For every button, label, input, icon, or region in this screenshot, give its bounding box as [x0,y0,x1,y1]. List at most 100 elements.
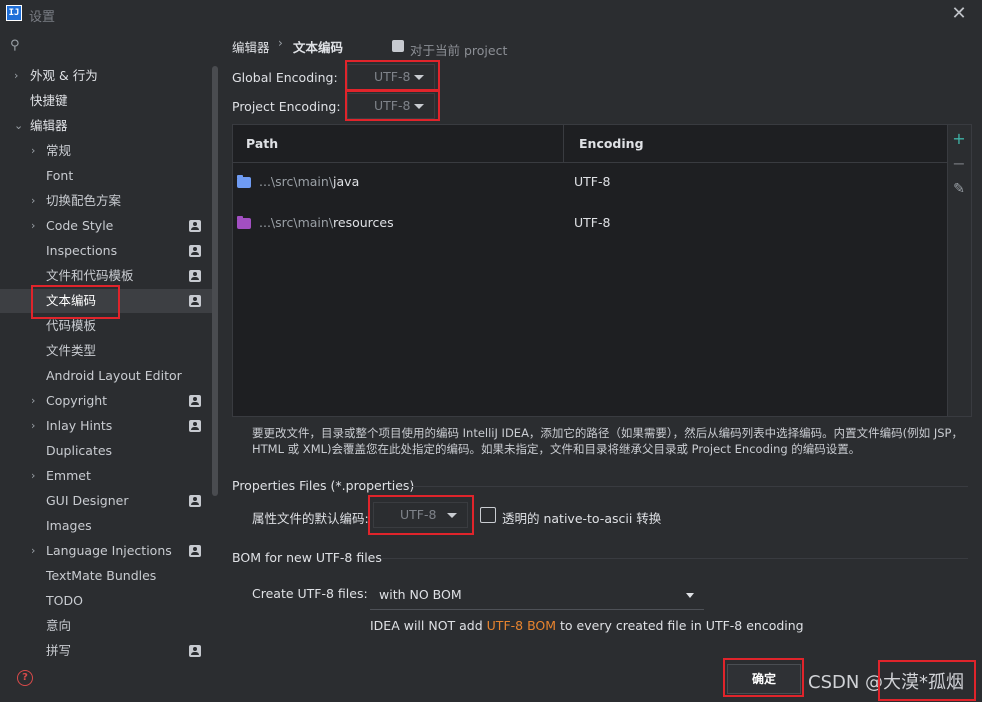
sidebar-item[interactable]: › Copyright [0,389,214,413]
sidebar-item[interactable]: › Emmet [0,464,214,488]
sidebar-item[interactable]: 文本编码 [0,289,214,313]
scope-note: 对于当前 project [410,43,508,58]
sidebar-item-label: Language Injections [46,543,172,558]
sidebar-item[interactable]: 快捷键 [0,89,214,113]
sidebar-item[interactable]: › 外观 & 行为 [0,64,214,88]
project-encoding-label: Project Encoding: [232,99,341,114]
sidebar-item-label: GUI Designer [46,493,129,508]
resources-folder-icon [237,216,251,229]
chevron-right-icon[interactable]: › [31,189,35,213]
sidebar-item-label: 常规 [46,143,72,158]
sidebar-item-label: TextMate Bundles [46,568,157,583]
sidebar-item[interactable]: › 切换配色方案 [0,189,214,213]
sidebar-item[interactable]: TextMate Bundles [0,564,214,588]
add-icon[interactable]: + [948,128,970,150]
ok-button[interactable]: 确定 [727,664,801,694]
sidebar-item[interactable]: › Inlay Hints [0,414,214,438]
help-icon[interactable]: ? [17,670,33,686]
breadcrumb-parent[interactable]: 编辑器 [232,37,270,56]
bom-select[interactable]: with NO BOM [370,582,704,610]
path-cell: ...\src\main\java [259,174,360,189]
project-scope-icon [189,245,201,257]
sidebar-item[interactable]: Duplicates [0,439,214,463]
close-icon[interactable]: ✕ [948,3,970,24]
sidebar-item[interactable]: 文件类型 [0,339,214,363]
properties-encoding-value: UTF-8 [400,507,437,522]
dropdown-arrow-icon [686,593,694,598]
project-scope-icon [189,220,201,232]
sidebar-item-label: TODO [46,593,83,608]
sidebar-item-label: 文本编码 [46,293,97,308]
bom-hint-link[interactable]: UTF-8 BOM [487,618,556,633]
column-header-encoding[interactable]: Encoding [579,136,644,151]
sidebar-item-label: 切换配色方案 [46,193,122,208]
sidebar-item-label: Inspections [46,243,118,258]
sidebar-item-label: Emmet [46,468,91,483]
chevron-right-icon[interactable]: › [31,539,35,563]
watermark: CSDN @大漠*孤烟 [808,672,965,693]
project-scope-icon [189,295,201,307]
sidebar-item[interactable]: › Code Style [0,214,214,238]
table-row[interactable]: ...\src\main\java UTF-8 [233,163,947,203]
edit-icon[interactable]: ✎ [948,178,970,200]
project-scope-icon [189,495,201,507]
chevron-right-icon[interactable]: › [31,214,35,238]
sidebar-item[interactable]: ⌄ 编辑器 [0,114,214,138]
sidebar-item[interactable]: Inspections [0,239,214,263]
sidebar-item-label: Images [46,518,92,533]
sidebar-item[interactable]: 拼写 [0,639,214,663]
sidebar-item[interactable]: TODO [0,589,214,613]
chevron-right-icon[interactable]: › [31,139,35,163]
sidebar-item-label: Code Style [46,218,114,233]
chevron-right-icon[interactable]: › [14,64,18,88]
sidebar-item[interactable]: › 常规 [0,139,214,163]
encoding-cell[interactable]: UTF-8 [574,174,610,189]
properties-encoding-select[interactable]: UTF-8 [373,502,468,528]
sidebar-item[interactable]: 意向 [0,614,214,638]
properties-group-title: Properties Files (*.properties) [232,478,415,493]
sidebar-item-label: Android Layout Editor [46,368,182,383]
project-scope-icon [189,420,201,432]
project-scope-icon [189,395,201,407]
native-to-ascii-checkbox[interactable] [480,507,496,523]
chevron-right-icon[interactable]: › [31,389,35,413]
sidebar-item-label: 文件和代码模板 [46,268,134,283]
sidebar-item-label: 文件类型 [46,343,97,358]
bom-hint: IDEA will NOT add UTF-8 BOM to every cre… [370,618,804,633]
encoding-help-note: 要更改文件，目录或整个项目使用的编码 IntelliJ IDEA，添加它的路径（… [252,426,963,456]
encoding-cell[interactable]: UTF-8 [574,215,610,230]
sidebar-item[interactable]: Android Layout Editor [0,364,214,388]
chevron-down-icon[interactable]: ⌄ [14,114,23,138]
title-bar: IJ 设置 ✕ [0,0,982,30]
settings-search-input[interactable] [28,34,208,56]
sidebar-item-label: 代码模板 [46,318,97,333]
table-row[interactable]: ...\src\main\resources UTF-8 [233,204,947,244]
breadcrumb-current: 文本编码 [293,40,344,55]
sidebar-item-label: 快捷键 [30,93,68,108]
sidebar-item-label: 编辑器 [30,118,68,133]
sidebar-item-label: Inlay Hints [46,418,113,433]
dropdown-arrow-icon [414,104,424,109]
sidebar-item-label: 意向 [46,618,72,633]
sidebar-item[interactable]: 代码模板 [0,314,214,338]
create-utf8-label: Create UTF-8 files: [252,586,368,601]
remove-icon[interactable]: − [948,153,970,175]
native-to-ascii-label[interactable]: 透明的 native-to-ascii 转换 [502,508,661,527]
group-divider [382,558,968,559]
sidebar-item[interactable]: 文件和代码模板 [0,264,214,288]
global-encoding-select[interactable]: UTF-8 [347,64,435,90]
sidebar-scrollbar[interactable] [212,66,218,496]
bom-select-value: with NO BOM [379,587,462,602]
sidebar-item[interactable]: › Language Injections [0,539,214,563]
sidebar-item[interactable]: GUI Designer [0,489,214,513]
sidebar-item[interactable]: Font [0,164,214,188]
chevron-right-icon[interactable]: › [31,414,35,438]
global-encoding-label: Global Encoding: [232,70,338,85]
dropdown-arrow-icon [447,513,457,518]
folder-icon [237,175,251,188]
sidebar-item[interactable]: Images [0,514,214,538]
column-header-path[interactable]: Path [246,136,278,151]
path-cell: ...\src\main\resources [259,215,394,230]
project-encoding-select[interactable]: UTF-8 [347,93,435,119]
chevron-right-icon[interactable]: › [31,464,35,488]
